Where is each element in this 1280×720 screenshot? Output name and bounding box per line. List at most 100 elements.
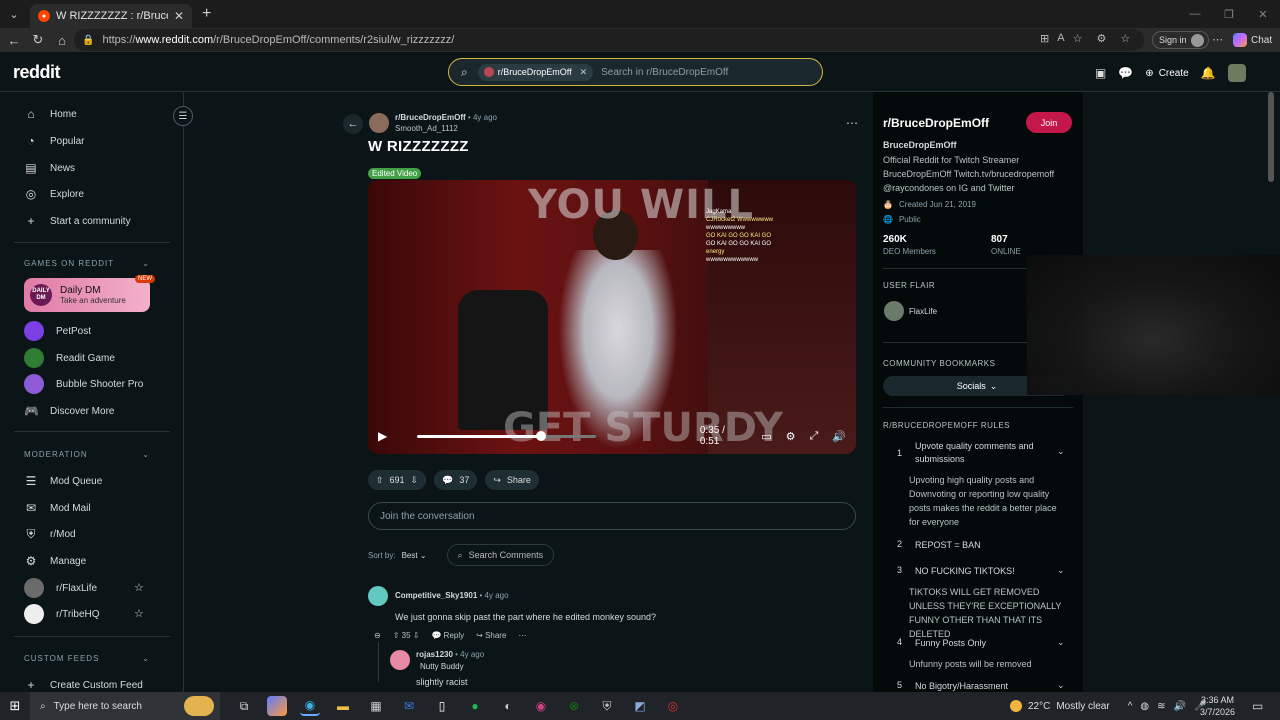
chat-app-icon[interactable]: ◉ bbox=[531, 696, 551, 716]
reply-button[interactable]: 💬 Reply bbox=[431, 631, 464, 640]
notifications-icon[interactable]: 🔔 bbox=[1201, 66, 1216, 80]
nav-home[interactable]: ⌂ Home bbox=[24, 104, 76, 124]
file-explorer-icon[interactable]: ▬ bbox=[333, 696, 353, 716]
reddit-logo[interactable]: reddit bbox=[13, 62, 61, 83]
post-flair[interactable]: Edited Video bbox=[368, 168, 422, 179]
progress-handle[interactable] bbox=[535, 430, 546, 441]
moderation-section-header[interactable]: MODERATION ⌄ bbox=[24, 450, 150, 459]
r-mod[interactable]: ⛨ r/Mod bbox=[24, 524, 75, 544]
nav-news[interactable]: ▤ News bbox=[24, 158, 75, 178]
copilot-chat-button[interactable]: Chat bbox=[1233, 33, 1272, 47]
wifi-icon[interactable]: ≋ bbox=[1157, 701, 1165, 712]
thread-line[interactable] bbox=[378, 642, 379, 682]
close-window-icon[interactable]: ✕ bbox=[1246, 0, 1280, 28]
community-tribehq[interactable]: r/TribeHQ bbox=[24, 604, 100, 624]
post-subreddit[interactable]: r/BruceDropEmOff • 4y ago bbox=[395, 113, 497, 122]
favorites-icon[interactable]: ☆ bbox=[1120, 32, 1130, 45]
page-scrollbar[interactable] bbox=[1268, 92, 1274, 182]
taskbar-search[interactable]: ⌕ Type here to search bbox=[30, 692, 220, 720]
refresh-icon[interactable]: ↻ bbox=[26, 32, 50, 48]
video-player[interactable]: YOU WILL GET STURDY JagKama CJRocket2 Ww… bbox=[368, 180, 856, 454]
create-button[interactable]: ⊕ Create bbox=[1145, 68, 1188, 79]
home-browser-icon[interactable]: ⌂ bbox=[50, 33, 74, 48]
notifications-icon[interactable]: ▭ bbox=[1252, 699, 1263, 713]
nav-start-community[interactable]: + Start a community bbox=[24, 211, 130, 231]
favorite-star-icon[interactable]: ☆ bbox=[134, 607, 144, 620]
search-scope-chip[interactable]: r/BruceDropEmOff ✕ bbox=[477, 63, 594, 81]
more-options-icon[interactable]: ⋯ bbox=[518, 631, 526, 640]
game-petpost[interactable]: PetPost bbox=[24, 321, 91, 341]
notepad-icon[interactable]: ▯ bbox=[432, 696, 452, 716]
custom-feeds-section-header[interactable]: CUSTOM FEEDS ⌄ bbox=[24, 654, 150, 663]
favorite-star-icon[interactable]: ☆ bbox=[1073, 32, 1083, 45]
address-bar[interactable]: 🔒 https://www.reddit.com/r/BruceDropEmOf… bbox=[74, 29, 1144, 51]
chat-icon[interactable]: 💬 bbox=[1118, 66, 1133, 80]
community-flaxlife[interactable]: r/FlaxLife bbox=[24, 578, 97, 598]
obs-icon[interactable]: ◎ bbox=[663, 696, 683, 716]
search-input[interactable]: Search in r/BruceDropEmOff bbox=[601, 67, 728, 78]
captions-icon[interactable]: ▭ bbox=[761, 430, 771, 443]
task-view-icon[interactable]: ⧉ bbox=[234, 696, 254, 716]
subreddit-avatar[interactable] bbox=[369, 113, 389, 133]
manage[interactable]: ⚙ Manage bbox=[24, 551, 87, 571]
user-avatar[interactable] bbox=[1227, 64, 1246, 82]
app-icon[interactable]: ⊞ bbox=[1040, 32, 1049, 45]
user-flair[interactable]: FlaxLife bbox=[909, 307, 937, 316]
weather-widget[interactable]: 22°C Mostly clear bbox=[1010, 700, 1110, 712]
taskbar-search-input[interactable]: Type here to search bbox=[54, 701, 142, 712]
sort-dropdown[interactable]: Best ⌄ bbox=[402, 551, 427, 560]
new-tab-icon[interactable]: + bbox=[202, 5, 211, 23]
maximize-icon[interactable]: ❐ bbox=[1212, 0, 1246, 28]
volume-icon[interactable]: 🔊 bbox=[832, 430, 846, 443]
flair-avatar[interactable] bbox=[884, 301, 904, 321]
downvote-icon[interactable]: ⇩ bbox=[411, 475, 419, 486]
collapse-icon[interactable]: ⊖ bbox=[374, 631, 381, 640]
fullscreen-icon[interactable]: ⤢ bbox=[810, 430, 819, 443]
minimize-icon[interactable]: — bbox=[1178, 0, 1212, 28]
menu-toggle-icon[interactable]: ☰ bbox=[173, 106, 193, 126]
comments-button[interactable]: 💬 37 bbox=[434, 470, 478, 490]
upvote-icon[interactable]: ⇧ bbox=[376, 475, 384, 486]
copilot-app-icon[interactable] bbox=[267, 696, 287, 716]
games-section-header[interactable]: GAMES ON REDDIT ⌄ bbox=[24, 259, 150, 268]
back-icon[interactable]: ← bbox=[2, 33, 26, 48]
search-bar[interactable]: ⌕ r/BruceDropEmOff ✕ Search in r/BruceDr… bbox=[448, 58, 823, 86]
browser-menu-icon[interactable]: ⋯ bbox=[1212, 33, 1223, 46]
settings-icon[interactable]: ⚙ bbox=[786, 430, 796, 443]
video-progress-bar[interactable] bbox=[417, 430, 596, 441]
close-tab-icon[interactable]: ✕ bbox=[174, 9, 184, 23]
join-button[interactable]: Join bbox=[1026, 112, 1072, 133]
comment-avatar[interactable] bbox=[368, 586, 388, 606]
extensions-icon[interactable]: ⚙ bbox=[1096, 32, 1106, 45]
search-comments[interactable]: ⌕ Search Comments bbox=[446, 544, 555, 566]
browser-tab[interactable]: ● W RIZZZZZZZ : r/BruceDropEmOff ✕ bbox=[30, 4, 192, 28]
reply-avatar[interactable] bbox=[390, 650, 410, 670]
discover-more[interactable]: 🎮 Discover More bbox=[24, 401, 114, 421]
clear-scope-icon[interactable]: ✕ bbox=[580, 67, 588, 78]
game-bubble-shooter[interactable]: Bubble Shooter Pro bbox=[24, 374, 143, 394]
app-icon[interactable]: ◩ bbox=[630, 696, 650, 716]
game-readit[interactable]: Readit Game bbox=[24, 348, 115, 368]
favorite-star-icon[interactable]: ☆ bbox=[134, 581, 144, 594]
back-arrow-icon[interactable]: ← bbox=[343, 114, 363, 134]
read-aloud-icon[interactable]: A bbox=[1057, 32, 1064, 45]
edge-app-icon[interactable]: ◉ bbox=[300, 696, 320, 716]
reply-user[interactable]: rojas1230 bbox=[416, 650, 453, 659]
advertise-icon[interactable]: ▣ bbox=[1095, 66, 1106, 80]
mod-queue[interactable]: ☰ Mod Queue bbox=[24, 471, 103, 491]
nav-explore[interactable]: ◎ Explore bbox=[24, 184, 84, 204]
outlook-icon[interactable]: ✉ bbox=[399, 696, 419, 716]
nav-popular[interactable]: ◔ Popular bbox=[24, 131, 84, 151]
upvote-icon[interactable]: ⇧ 35 ⇩ bbox=[393, 631, 420, 640]
clock[interactable]: 3:36 AM 3/7/2026 bbox=[1200, 694, 1235, 718]
comment-share-button[interactable]: ↪ Share bbox=[476, 631, 506, 640]
tab-actions-icon[interactable]: ⌄ bbox=[0, 0, 28, 28]
store-icon[interactable]: ▦ bbox=[366, 696, 386, 716]
comment-user[interactable]: Competitive_Sky1901 bbox=[395, 591, 477, 600]
tray-chevron-icon[interactable]: ^ bbox=[1128, 701, 1133, 712]
media-player-icon[interactable]: ◐ bbox=[498, 696, 518, 716]
mod-mail[interactable]: ✉ Mod Mail bbox=[24, 498, 91, 518]
security-icon[interactable]: ⛨ bbox=[597, 696, 617, 716]
comment-input[interactable]: Join the conversation bbox=[368, 502, 856, 530]
daily-dm-card[interactable]: DAILY DM Daily DM Take an adventure bbox=[24, 278, 150, 312]
